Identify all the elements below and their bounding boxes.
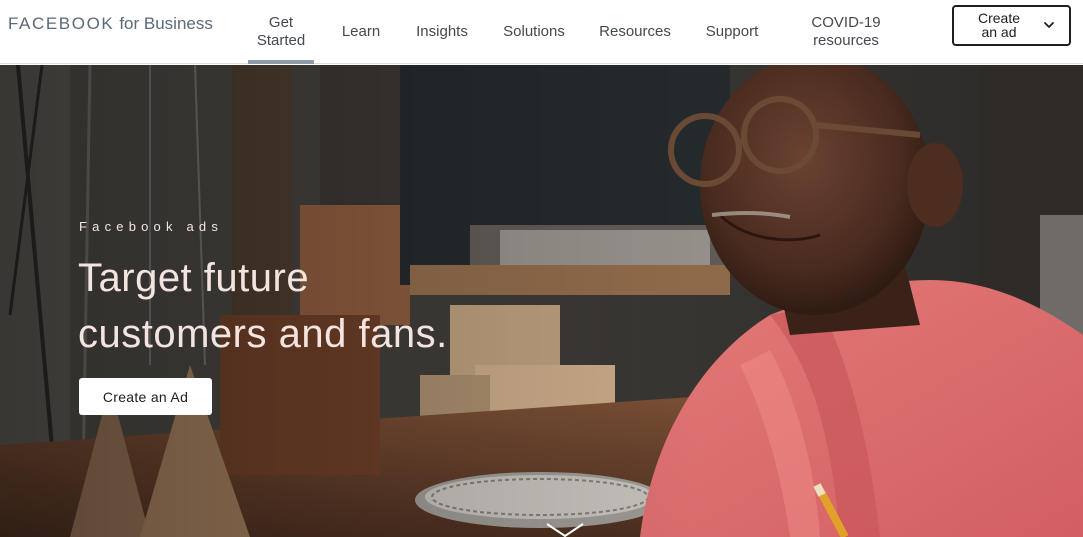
hero-headline: Target future customers and fans. <box>78 250 598 362</box>
nav-item-solutions[interactable]: Solutions <box>494 0 574 64</box>
nav-item-get-started[interactable]: Get Started <box>248 0 314 64</box>
cta-label-line2: an ad <box>981 24 1017 40</box>
nav-label: Insights <box>416 23 468 40</box>
hero-banner: Facebook ads Target future customers and… <box>0 65 1083 537</box>
nav-label: Resources <box>599 23 671 40</box>
create-an-ad-button[interactable]: Create an Ad <box>79 378 212 415</box>
nav-label: Solutions <box>503 23 565 40</box>
nav-item-insights[interactable]: Insights <box>408 0 476 64</box>
create-an-ad-label: Create an ad <box>968 11 1030 39</box>
hero-headline-line1: Target future <box>78 256 310 300</box>
active-tab-indicator <box>248 60 314 64</box>
chevron-down-icon[interactable] <box>546 523 584 537</box>
create-an-ad-dropdown-button[interactable]: Create an ad <box>952 5 1071 46</box>
nav-item-support[interactable]: Support <box>696 0 768 64</box>
nav-label-line2: resources <box>813 32 879 49</box>
facebook-for-business-logo[interactable]: FACEBOOK for Business <box>8 14 213 34</box>
nav-label-line1: Get <box>268 14 294 31</box>
nav-label: Learn <box>341 23 381 40</box>
nav-label: Support <box>705 23 759 40</box>
nav-item-resources[interactable]: Resources <box>592 0 678 64</box>
nav-item-covid-19-resources[interactable]: COVID-19 resources <box>804 0 888 64</box>
chevron-down-icon <box>1044 22 1054 28</box>
nav-item-learn[interactable]: Learn <box>333 0 389 64</box>
logo-brand-text: FACEBOOK <box>8 14 115 33</box>
hero-headline-line2: customers and fans. <box>78 312 448 356</box>
cta-label-line1: Create <box>977 10 1021 26</box>
nav-label-line2: Started <box>256 32 306 49</box>
hero-eyebrow: Facebook ads <box>79 219 224 234</box>
nav-label-line1: COVID-19 <box>811 14 881 31</box>
logo-sub-text: for Business <box>119 14 213 33</box>
top-navigation-bar: FACEBOOK for Business Get Started Learn … <box>0 0 1083 64</box>
